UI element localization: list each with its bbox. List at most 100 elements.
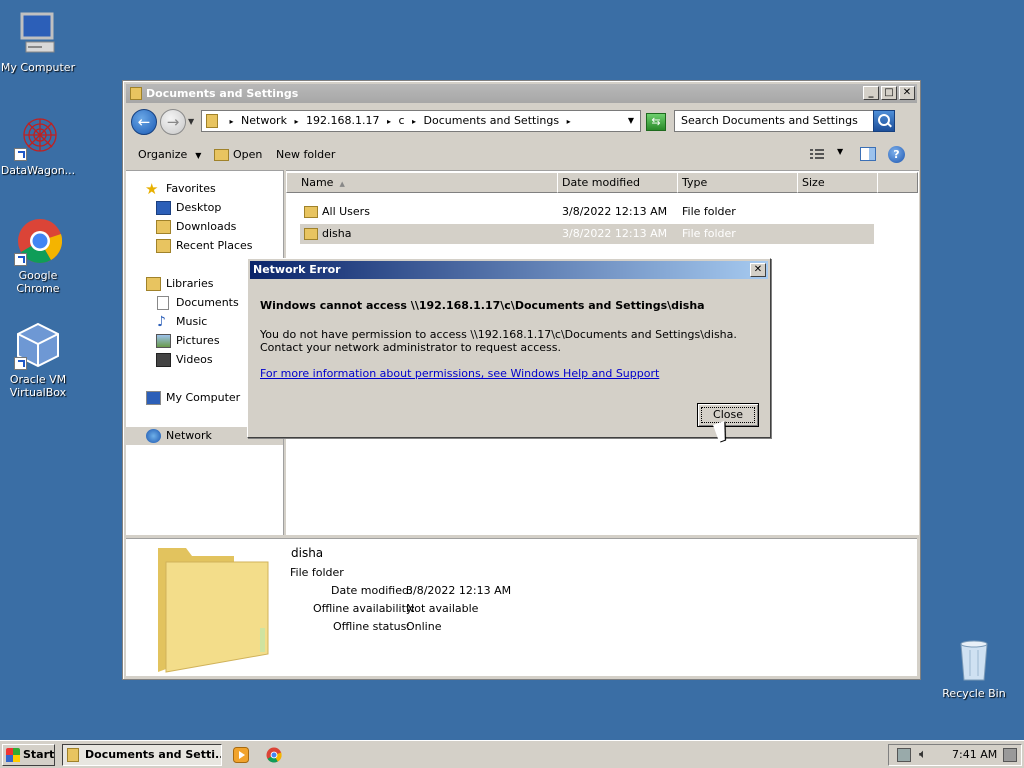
breadcrumb-separator-icon[interactable]: ▸ (412, 117, 416, 126)
folder-icon (67, 748, 79, 762)
dialog-titlebar[interactable]: Network Error ✕ (250, 261, 768, 279)
clock[interactable]: 7:41 AM (952, 745, 997, 765)
column-header-name[interactable]: Name ▲ (286, 172, 558, 193)
recent-pages-dropdown[interactable]: ▼ (188, 117, 194, 126)
desktop-icon-recycle-bin[interactable]: Recycle Bin (934, 636, 1014, 700)
recent-places-icon (156, 239, 171, 253)
libraries-icon (146, 277, 161, 291)
videos-icon (156, 353, 171, 367)
focus-ring (701, 407, 755, 423)
desktop-icon-label: Oracle VM VirtualBox (9, 373, 67, 399)
taskbar-button-label: Documents and Setti... (85, 748, 222, 761)
breadcrumb-host[interactable]: 192.168.1.17 (306, 114, 379, 127)
taskbar: Start Documents and Setti... 🔈︎ 7:41 AM (0, 740, 1024, 768)
breadcrumb-network[interactable]: Network (241, 114, 287, 127)
close-button[interactable]: ✕ (899, 86, 915, 100)
breadcrumb-folder[interactable]: Documents and Settings (424, 114, 560, 127)
window-title: Documents and Settings (146, 87, 299, 100)
forward-button[interactable]: → (160, 109, 186, 135)
shortcut-arrow-icon (14, 253, 27, 266)
row-name: disha (322, 227, 352, 240)
nav-label: Downloads (176, 220, 237, 233)
breadcrumb-share[interactable]: c (398, 114, 404, 127)
network-icon (146, 429, 161, 443)
nav-downloads[interactable]: Downloads (126, 218, 283, 236)
details-date-label: Date modified: (331, 584, 413, 597)
computer-icon (146, 391, 161, 405)
nav-label: Desktop (176, 201, 222, 214)
recycle-bin-icon (950, 636, 998, 684)
preview-pane-icon[interactable] (860, 147, 876, 161)
column-header-date-modified[interactable]: Date modified (557, 172, 678, 193)
search-icon[interactable] (873, 110, 895, 132)
close-dialog-button[interactable]: Close (697, 403, 759, 427)
desktop-icon-label: DataWagon... (0, 164, 76, 177)
breadcrumb-separator-icon[interactable]: ▸ (230, 117, 234, 126)
pictures-icon (156, 334, 171, 348)
desktop-icon-datawagon[interactable]: DataWagon... (0, 113, 78, 177)
nav-label: Videos (176, 353, 213, 366)
network-status-icon[interactable] (897, 748, 911, 762)
details-pane: disha File folder Date modified: 3/8/202… (126, 538, 917, 676)
column-header-type[interactable]: Type (677, 172, 798, 193)
desktop-icon-google-chrome[interactable]: Google Chrome (0, 218, 78, 295)
chrome-icon (14, 218, 63, 266)
large-folder-icon (156, 544, 269, 673)
details-date-value: 3/8/2022 12:13 AM (406, 584, 512, 597)
desktop-icon-label: My Computer (0, 61, 76, 74)
desktop-icon-virtualbox[interactable]: Oracle VM VirtualBox (0, 322, 78, 399)
open-label: Open (233, 148, 263, 161)
open-button[interactable]: Open (214, 148, 262, 161)
refresh-button[interactable]: ⇆ (646, 113, 666, 131)
nav-desktop[interactable]: Desktop (126, 199, 283, 217)
column-label: Date modified (562, 176, 640, 189)
help-icon[interactable]: ? (888, 146, 905, 163)
media-player-icon[interactable] (233, 747, 249, 763)
desktop-icon-my-computer[interactable]: My Computer (0, 10, 78, 74)
new-folder-button[interactable]: New folder (276, 148, 335, 161)
breadcrumb-separator-icon[interactable]: ▸ (567, 117, 571, 126)
address-bar[interactable]: ▸ Network ▸ 192.168.1.17 ▸ c ▸ Documents… (201, 110, 641, 132)
desktop-icon-label: Google Chrome (16, 269, 60, 295)
shortcut-arrow-icon (14, 148, 27, 161)
taskbar-button-explorer[interactable]: Documents and Setti... (62, 744, 222, 766)
show-desktop-icon[interactable] (1003, 748, 1017, 762)
table-row[interactable]: disha 3/8/2022 12:13 AM File folder (300, 224, 874, 244)
help-link[interactable]: For more information about permissions, … (260, 367, 659, 380)
table-row[interactable]: All Users 3/8/2022 12:13 AM File folder (300, 202, 874, 222)
change-view-icon[interactable] (809, 147, 825, 161)
datawagon-icon (14, 113, 62, 161)
dialog-heading: Windows cannot access \\192.168.1.17\c\D… (260, 299, 705, 312)
search-placeholder: Search Documents and Settings (681, 114, 858, 127)
folder-icon (304, 228, 318, 240)
organize-button[interactable]: Organize ▼ (138, 148, 201, 161)
organize-label: Organize (138, 148, 188, 161)
dialog-message: You do not have permission to access \\1… (260, 328, 737, 354)
volume-icon[interactable]: 🔈︎ (919, 748, 933, 762)
back-button[interactable]: ← (131, 109, 157, 135)
minimize-button[interactable]: _ (863, 86, 879, 100)
nav-favorites[interactable]: ★ Favorites (126, 180, 283, 198)
folder-icon (130, 87, 142, 100)
maximize-button[interactable]: □ (881, 86, 897, 100)
chrome-icon[interactable] (266, 747, 282, 763)
details-offline-availability-label: Offline availability: (313, 602, 416, 615)
row-name: All Users (322, 205, 370, 218)
details-offline-status-label: Offline status: (333, 620, 411, 633)
chevron-down-icon: ▼ (195, 151, 202, 160)
new-folder-label: New folder (276, 148, 336, 161)
view-options-dropdown[interactable]: ▼ (837, 147, 843, 156)
column-label: Size (802, 176, 825, 189)
start-button[interactable]: Start (2, 744, 55, 766)
address-history-dropdown[interactable]: ▼ (628, 111, 634, 131)
search-input[interactable]: Search Documents and Settings (674, 110, 895, 132)
nav-label: Favorites (166, 182, 216, 195)
folder-icon (304, 206, 318, 218)
dialog-close-icon[interactable]: ✕ (750, 263, 766, 277)
window-titlebar[interactable]: Documents and Settings _ □ ✕ (126, 84, 917, 103)
nav-label: My Computer (166, 391, 241, 404)
column-header-size[interactable]: Size (797, 172, 878, 193)
nav-recent-places[interactable]: Recent Places (126, 237, 283, 255)
breadcrumb-separator-icon[interactable]: ▸ (294, 117, 298, 126)
breadcrumb-separator-icon[interactable]: ▸ (387, 117, 391, 126)
